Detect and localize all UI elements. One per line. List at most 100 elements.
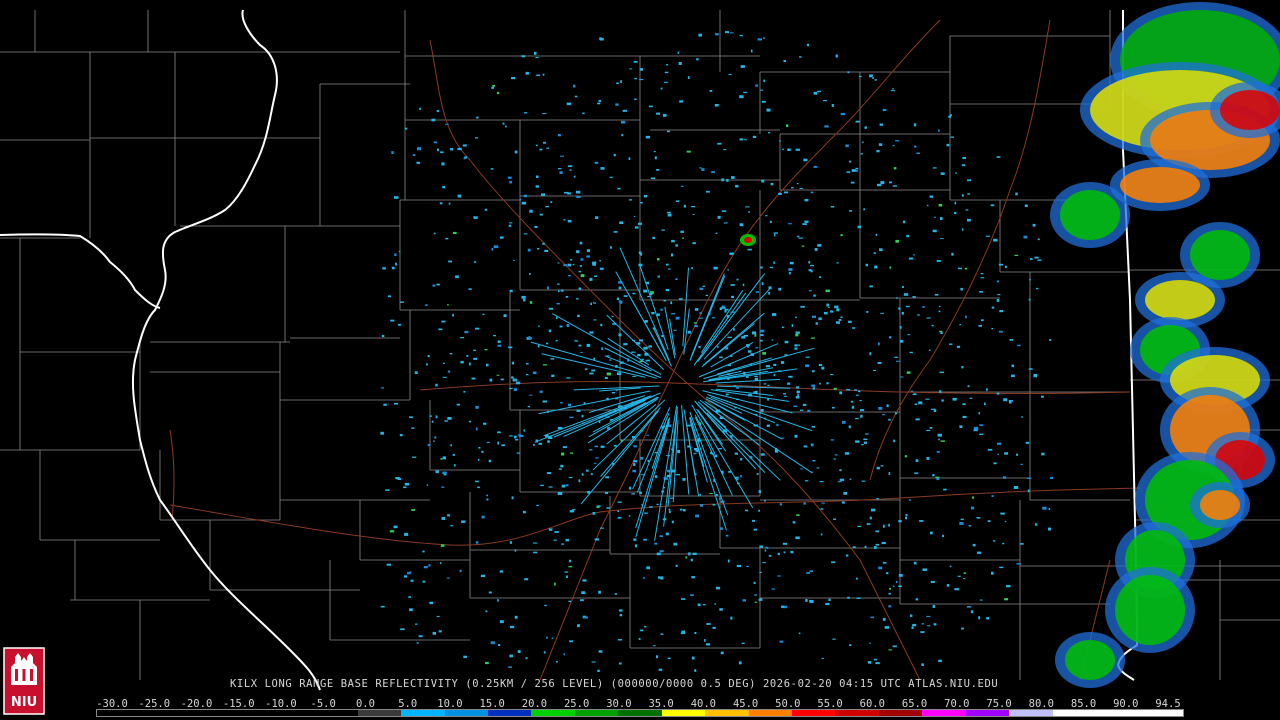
echo-pixel bbox=[898, 520, 902, 523]
echo-pixel bbox=[447, 303, 449, 306]
echo-pixel bbox=[682, 478, 686, 481]
echo-pixel bbox=[810, 443, 814, 447]
echo-pixel bbox=[866, 523, 871, 525]
echo-pixel bbox=[657, 258, 660, 261]
echo-pixel bbox=[914, 472, 919, 474]
echo-pixel bbox=[898, 585, 902, 588]
scale-color-segment bbox=[835, 710, 879, 716]
echo-pixel bbox=[743, 91, 748, 94]
echo-pixel bbox=[791, 187, 794, 189]
echo-pixel bbox=[908, 257, 914, 260]
echo-pixel bbox=[523, 233, 528, 235]
echo-pixel bbox=[433, 141, 438, 144]
echo-pixel bbox=[1048, 527, 1051, 531]
echo-pixel bbox=[912, 296, 916, 298]
echo-pixel bbox=[1002, 542, 1005, 545]
echo-pixel bbox=[534, 51, 537, 55]
echo-pixel bbox=[1011, 374, 1015, 377]
echo-pixel bbox=[418, 635, 423, 638]
echo-pixel bbox=[680, 185, 684, 187]
echo-pixel bbox=[444, 420, 448, 422]
echo-pixel bbox=[1036, 287, 1039, 290]
echo-pixel bbox=[920, 631, 925, 633]
echo-pixel bbox=[432, 631, 436, 635]
echo-pixel bbox=[860, 409, 865, 412]
echo-pixel bbox=[564, 571, 568, 573]
echo-pixel bbox=[892, 88, 894, 90]
echo-pixel bbox=[466, 355, 469, 357]
echo-pixel bbox=[610, 246, 612, 249]
echo-pixel bbox=[768, 554, 772, 557]
echo-pixel bbox=[686, 150, 691, 153]
echo-pixel bbox=[502, 122, 505, 125]
echo-pixel bbox=[907, 334, 911, 336]
echo-pixel bbox=[861, 444, 864, 446]
echo-pixel bbox=[878, 407, 883, 410]
echo-pixel bbox=[572, 263, 575, 266]
echo-pixel bbox=[681, 598, 686, 600]
echo-pixel bbox=[740, 458, 743, 461]
echo-pixel bbox=[691, 267, 693, 269]
echo-pixel bbox=[964, 267, 968, 270]
echo-pixel bbox=[631, 493, 635, 495]
echo-pixel bbox=[646, 434, 650, 436]
echo-pixel bbox=[696, 58, 699, 61]
color-scale-bar bbox=[96, 709, 1184, 717]
echo-pixel bbox=[677, 51, 680, 54]
echo-pixel bbox=[688, 552, 691, 556]
echo-pixel bbox=[555, 340, 558, 342]
echo-pixel bbox=[639, 68, 643, 71]
echo-pixel bbox=[523, 429, 526, 432]
echo-pixel bbox=[901, 311, 904, 315]
scale-color-segment bbox=[531, 710, 575, 716]
echo-pixel bbox=[665, 532, 669, 536]
echo-pixel bbox=[840, 316, 843, 318]
echo-pixel bbox=[896, 297, 898, 299]
echo-pixel bbox=[529, 301, 533, 304]
echo-pixel bbox=[431, 118, 436, 122]
echo-pixel bbox=[788, 268, 793, 271]
echo-pixel bbox=[1037, 259, 1042, 261]
echo-pixel bbox=[508, 346, 513, 349]
echo-pixel bbox=[637, 354, 641, 357]
echo-pixel bbox=[598, 590, 601, 594]
echo-pixel bbox=[986, 388, 988, 391]
echo-pixel bbox=[812, 387, 816, 390]
echo-pixel bbox=[548, 329, 552, 333]
echo-pixel bbox=[1050, 476, 1053, 480]
echo-pixel bbox=[831, 407, 835, 409]
echo-pixel bbox=[578, 479, 581, 483]
echo-pixel bbox=[685, 556, 688, 559]
scale-color-segment bbox=[183, 710, 228, 716]
echo-pixel bbox=[760, 409, 764, 412]
echo-pixel bbox=[662, 113, 667, 117]
echo-pixel bbox=[382, 267, 386, 270]
echo-pixel bbox=[905, 514, 908, 517]
echo-pixel bbox=[790, 550, 794, 554]
echo-pixel bbox=[569, 452, 574, 454]
echo-pixel bbox=[633, 445, 637, 448]
echo-pixel bbox=[490, 168, 494, 170]
echo-pixel bbox=[731, 176, 735, 179]
echo-pixel bbox=[764, 499, 766, 502]
echo-pixel bbox=[691, 206, 696, 208]
echo-pixel bbox=[432, 284, 436, 287]
echo-pixel bbox=[693, 322, 698, 324]
echo-pixel bbox=[582, 112, 585, 115]
echo-pixel bbox=[423, 566, 428, 569]
echo-pixel bbox=[699, 312, 702, 315]
echo-pixel bbox=[879, 248, 883, 252]
echo-pixel bbox=[661, 229, 665, 231]
echo-pixel bbox=[632, 469, 637, 473]
echo-pixel bbox=[438, 328, 443, 331]
echo-pixel bbox=[914, 145, 917, 148]
echo-pixel bbox=[442, 471, 447, 474]
echo-pixel bbox=[670, 497, 674, 499]
echo-pixel bbox=[1003, 398, 1008, 402]
echo-pixel bbox=[510, 625, 515, 629]
echo-pixel bbox=[845, 554, 849, 557]
echo-pixel bbox=[743, 335, 748, 337]
echo-pixel bbox=[965, 315, 967, 319]
echo-pixel bbox=[1013, 486, 1019, 489]
echo-pixel bbox=[693, 452, 697, 455]
